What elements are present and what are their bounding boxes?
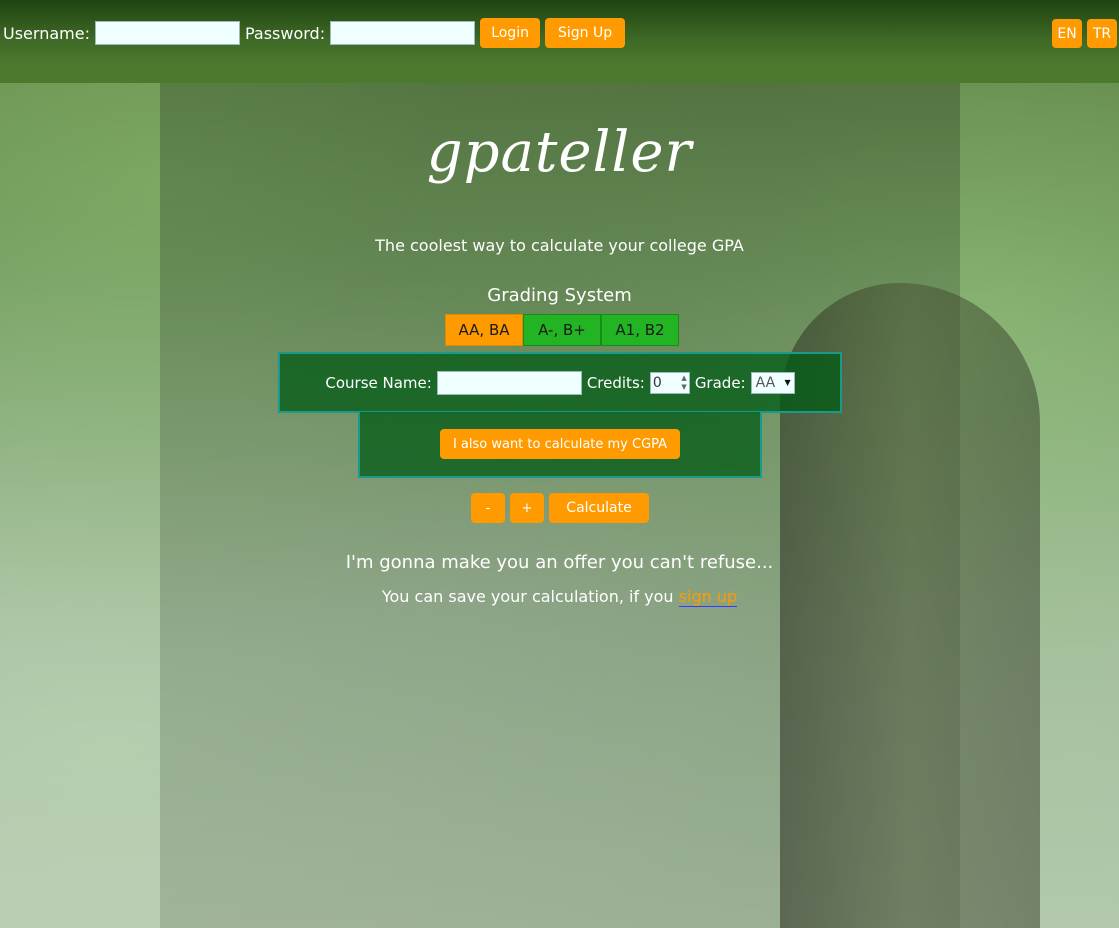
grading-tab-a-minus-b-plus[interactable]: A-, B+	[523, 314, 601, 346]
grade-select[interactable]: AA ▼	[750, 371, 795, 394]
grading-system-tabs: AA, BA A-, B+ A1, B2	[445, 314, 679, 346]
grade-value: AA	[755, 374, 776, 391]
calculate-cgpa-button[interactable]: I also want to calculate my CGPA	[440, 429, 680, 459]
language-tr-button[interactable]: TR	[1087, 19, 1117, 48]
save-calculation-text: You can save your calculation, if you si…	[0, 587, 1119, 607]
signup-link[interactable]: sign up	[678, 587, 738, 607]
header-divider	[0, 68, 1119, 83]
offer-headline: I'm gonna make you an offer you can't re…	[345, 552, 774, 573]
action-buttons: - + Calculate	[471, 493, 649, 523]
login-button[interactable]: Login	[480, 18, 541, 48]
username-label: Username:	[3, 23, 90, 43]
course-row: Course Name: Credits: 0 ▲ ▼ Grade: AA ▼	[278, 352, 842, 413]
logo: gpateller	[426, 120, 693, 185]
course-name-input[interactable]	[436, 370, 582, 395]
grading-tab-a1-b2[interactable]: A1, B2	[601, 314, 679, 346]
grading-system-title: Grading System	[487, 285, 632, 306]
remove-course-button[interactable]: -	[471, 493, 505, 523]
credits-value: 0	[652, 374, 662, 391]
credits-label: Credits:	[586, 373, 645, 392]
save-calculation-message: You can save your calculation, if you	[381, 587, 674, 606]
add-course-button[interactable]: +	[510, 493, 544, 523]
tagline: The coolest way to calculate your colleg…	[375, 236, 744, 255]
spinner-arrows-icon[interactable]: ▲ ▼	[681, 374, 686, 392]
language-en-button[interactable]: EN	[1052, 19, 1082, 48]
grade-label: Grade:	[694, 373, 746, 392]
calculate-button[interactable]: Calculate	[549, 493, 649, 523]
chevron-down-icon: ▼	[784, 378, 791, 387]
cgpa-panel: I also want to calculate my CGPA	[358, 412, 762, 478]
password-input[interactable]	[330, 21, 476, 45]
signup-button[interactable]: Sign Up	[545, 18, 626, 48]
grading-tab-aa-ba[interactable]: AA, BA	[445, 314, 523, 346]
course-name-label: Course Name:	[325, 373, 432, 392]
username-input[interactable]	[94, 21, 240, 45]
password-label: Password:	[244, 23, 326, 43]
login-form: Username: Password: Login Sign Up	[3, 18, 626, 48]
credits-stepper[interactable]: 0 ▲ ▼	[649, 371, 690, 394]
top-bar: Username: Password: Login Sign Up EN TR	[0, 0, 1119, 68]
